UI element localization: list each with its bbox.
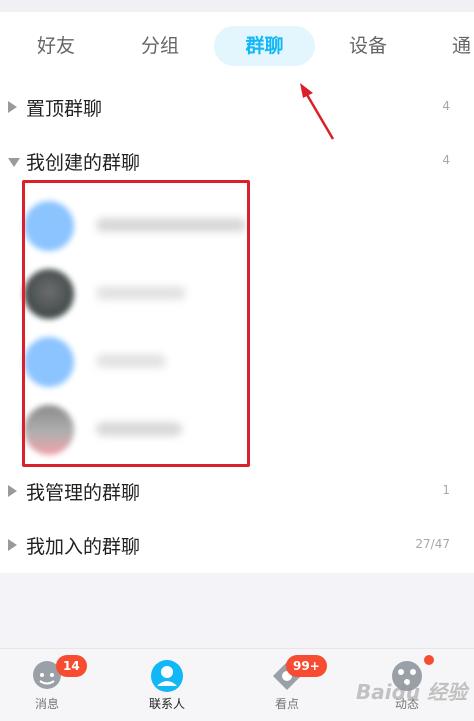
unread-badge: 99+ xyxy=(286,655,327,677)
annotation-arrow-icon xyxy=(300,83,335,140)
contacts-person-icon xyxy=(151,660,183,692)
nav-contacts[interactable]: 联系人 xyxy=(122,649,212,721)
nav-label: 看点 xyxy=(274,697,299,711)
nav-label: 联系人 xyxy=(148,697,185,711)
unread-badge: 14 xyxy=(56,655,87,677)
watermark-text: Baidu 经验 xyxy=(356,680,468,704)
new-activity-dot xyxy=(424,655,434,665)
nav-label: 消息 xyxy=(34,697,59,711)
nav-messages[interactable]: 14 消息 xyxy=(2,649,92,721)
nav-view[interactable]: 99+ 看点 xyxy=(242,649,332,721)
